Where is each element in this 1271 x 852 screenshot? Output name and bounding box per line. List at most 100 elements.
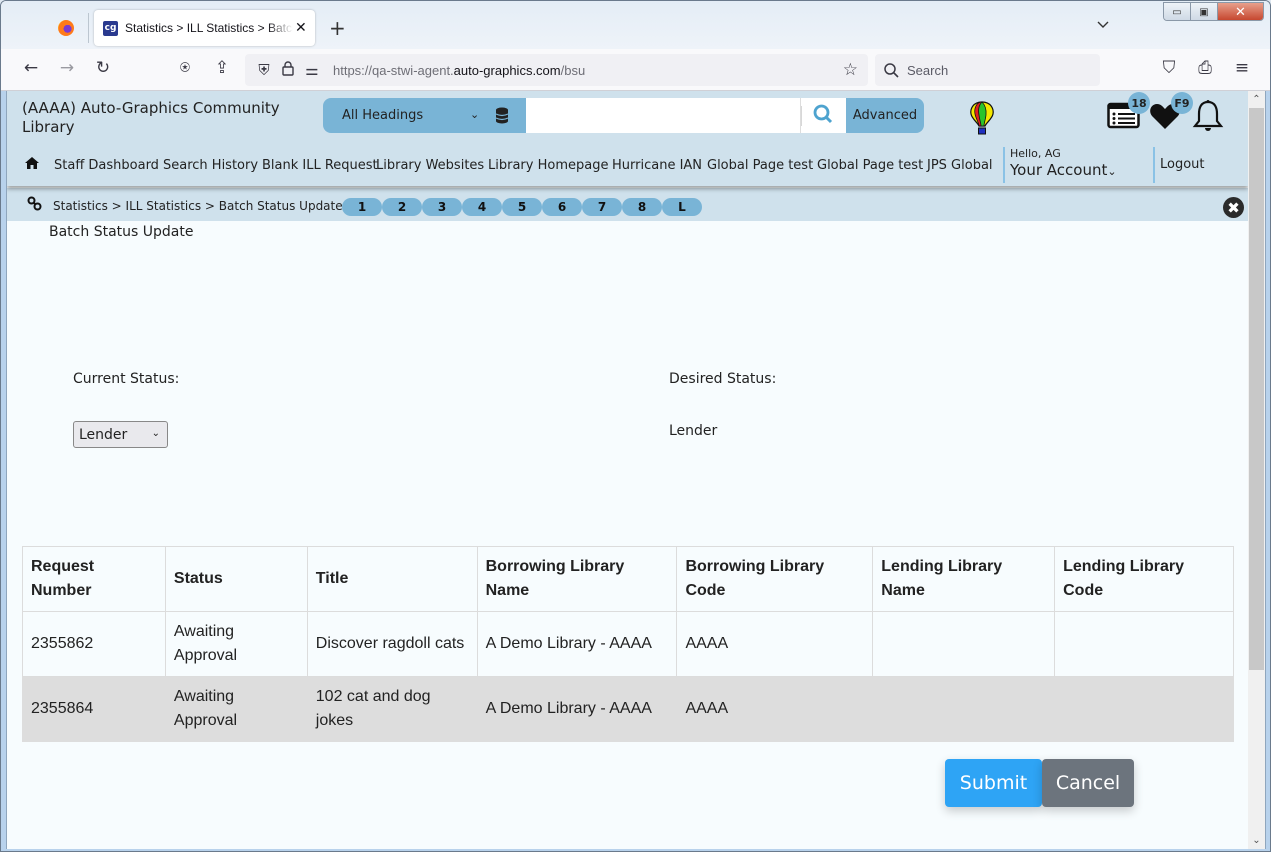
nav-staff-dashboard[interactable]: Staff Dashboard: [54, 158, 159, 173]
col-request-number: Request Number: [22, 546, 166, 612]
bookmark-star-icon[interactable]: ☆: [843, 60, 858, 80]
cell-status: Awaiting Approval: [164, 611, 308, 677]
main-navigation: Staff Dashboard Search History Blank ILL…: [7, 144, 1248, 184]
database-icon[interactable]: [491, 98, 526, 133]
app-menu-icon[interactable]: ≡: [1230, 58, 1254, 78]
site-header: (AAAA) Auto-Graphics Community Library A…: [7, 91, 1248, 186]
table-row[interactable]: 2355864 Awaiting Approval 102 cat and do…: [22, 676, 1234, 742]
url-text[interactable]: https://qa-stwi-agent.auto-graphics.com/…: [333, 63, 585, 78]
cell-lending-library-name: [872, 611, 1056, 677]
col-status: Status: [164, 546, 308, 612]
page-scrollbar[interactable]: ⌃ ⌄: [1248, 91, 1265, 849]
new-tab-button[interactable]: +: [329, 16, 346, 40]
tab-separator: [88, 13, 89, 43]
submit-button[interactable]: Submit: [945, 759, 1042, 807]
nav-library-homepage[interactable]: Library Homepage: [488, 158, 608, 173]
nav-blank-ill-request[interactable]: Blank ILL Request: [262, 158, 378, 173]
cell-title: Discover ragdoll cats: [306, 611, 478, 677]
maximize-button[interactable]: ▣: [1191, 3, 1218, 20]
close-page-icon[interactable]: ✖: [1223, 197, 1244, 218]
logout-link[interactable]: Logout: [1160, 157, 1205, 172]
desired-status-value: Lender: [669, 423, 718, 439]
page-shortcut-2[interactable]: 2: [382, 198, 422, 216]
search-submit-icon[interactable]: [813, 104, 833, 129]
reload-button[interactable]: ↻: [91, 58, 115, 78]
your-account-label: Your Account: [1010, 161, 1108, 179]
nav-global-page-test-1[interactable]: Global Page test: [707, 158, 813, 173]
share-icon[interactable]: ⇪: [210, 58, 234, 78]
shield-icon[interactable]: ⛨: [253, 61, 275, 79]
navigation-toolbar: ← → ↻ ⍟ ⇪ ⛨ ⚌ https://qa-stwi-agent.auto…: [1, 49, 1270, 91]
chevron-down-icon: [1097, 21, 1109, 28]
padlock-glyph: [282, 60, 294, 76]
tab-title: Statistics > ILL Statistics > Batch Stat…: [125, 21, 293, 35]
page-shortcut-last[interactable]: L: [662, 198, 702, 216]
lock-icon[interactable]: [277, 60, 299, 80]
window-controls: ▭ ▣ ✕: [1163, 2, 1264, 21]
cell-request-number: 2355864: [22, 676, 166, 742]
requests-table: Request Number Status Title Borrowing Li…: [22, 546, 1234, 742]
save-to-pocket-icon[interactable]: ⍟: [173, 58, 197, 78]
nav-search-history[interactable]: Search History: [163, 158, 258, 173]
scroll-down-icon[interactable]: ⌄: [1248, 832, 1265, 849]
bell-icon[interactable]: [1192, 99, 1224, 135]
hot-air-balloon-icon[interactable]: [969, 101, 995, 135]
nav-library-websites[interactable]: Library Websites: [376, 158, 484, 173]
browser-window: cg Statistics > ILL Statistics > Batch S…: [0, 0, 1271, 852]
home-icon[interactable]: [24, 156, 40, 170]
page-shortcut-8[interactable]: 8: [622, 198, 662, 216]
advanced-search-button[interactable]: Advanced: [846, 98, 924, 133]
site-favicon-icon: cg: [103, 20, 118, 36]
firefox-icon[interactable]: [58, 20, 74, 36]
chevron-down-icon: ⌄: [1107, 165, 1117, 178]
search-input-wrapper: [526, 98, 846, 133]
pocket-icon[interactable]: ⛉: [1157, 58, 1181, 78]
tab-close-icon[interactable]: ✕: [295, 20, 307, 36]
permissions-icon[interactable]: ⚌: [301, 61, 323, 79]
browser-search-bar[interactable]: Search: [875, 54, 1100, 86]
library-name: (AAAA) Auto-Graphics Community Library: [22, 99, 280, 136]
forward-button[interactable]: →: [55, 58, 79, 78]
greeting: Hello, AG: [1010, 147, 1061, 160]
page-shortcut-6[interactable]: 6: [542, 198, 582, 216]
nav-hurricane-ian[interactable]: Hurricane IAN: [612, 158, 702, 173]
window-right-border: [1265, 91, 1270, 851]
list-tabs-button[interactable]: [1097, 18, 1109, 32]
table-header-row: Request Number Status Title Borrowing Li…: [22, 546, 1234, 612]
your-account-menu[interactable]: Your Account⌄: [1010, 161, 1117, 179]
cell-status: Awaiting Approval: [164, 676, 308, 742]
nav-global-page-test-2[interactable]: Global Page test: [817, 158, 923, 173]
back-button[interactable]: ←: [19, 58, 43, 78]
print-icon[interactable]: ⎙: [1193, 58, 1217, 78]
page-title: Batch Status Update: [49, 224, 194, 240]
cancel-button[interactable]: Cancel: [1042, 759, 1134, 807]
desired-status-label: Desired Status:: [669, 371, 777, 387]
nav-jps-global[interactable]: JPS Global: [927, 158, 993, 173]
heading-select[interactable]: All Headings ⌄: [323, 98, 491, 133]
url-bar[interactable]: ⛨ ⚌ https://qa-stwi-agent.auto-graphics.…: [245, 54, 868, 86]
search-divider: [801, 106, 802, 126]
page-viewport: (AAAA) Auto-Graphics Community Library A…: [7, 91, 1248, 849]
page-shortcut-4[interactable]: 4: [462, 198, 502, 216]
page-shortcut-5[interactable]: 5: [502, 198, 542, 216]
page-shortcut-7[interactable]: 7: [582, 198, 622, 216]
col-borrowing-library-name: Borrowing Library Name: [476, 546, 678, 612]
page-shortcut-1[interactable]: 1: [342, 198, 382, 216]
nav-divider: [1153, 147, 1155, 183]
search-placeholder: Search: [907, 62, 949, 78]
minimize-button[interactable]: ▭: [1164, 3, 1191, 20]
current-status-select[interactable]: Lender ⌄: [73, 421, 168, 448]
scroll-up-icon[interactable]: ⌃: [1248, 91, 1265, 108]
scrollbar-thumb[interactable]: [1249, 108, 1264, 670]
url-domain: auto-graphics.com: [453, 62, 561, 78]
active-tab[interactable]: cg Statistics > ILL Statistics > Batch S…: [94, 10, 315, 46]
col-borrowing-library-code: Borrowing Library Code: [676, 546, 874, 612]
close-window-button[interactable]: ✕: [1218, 3, 1263, 20]
table-row[interactable]: 2355862 Awaiting Approval Discover ragdo…: [22, 611, 1234, 677]
url-prefix: https://qa-stwi-agent.: [333, 62, 454, 78]
catalog-search: All Headings ⌄ Advanced: [323, 98, 924, 133]
cell-lending-library-code: [1054, 676, 1234, 742]
col-lending-library-code: Lending Library Code: [1054, 546, 1234, 612]
page-shortcut-3[interactable]: 3: [422, 198, 462, 216]
catalog-search-input[interactable]: [526, 98, 801, 133]
